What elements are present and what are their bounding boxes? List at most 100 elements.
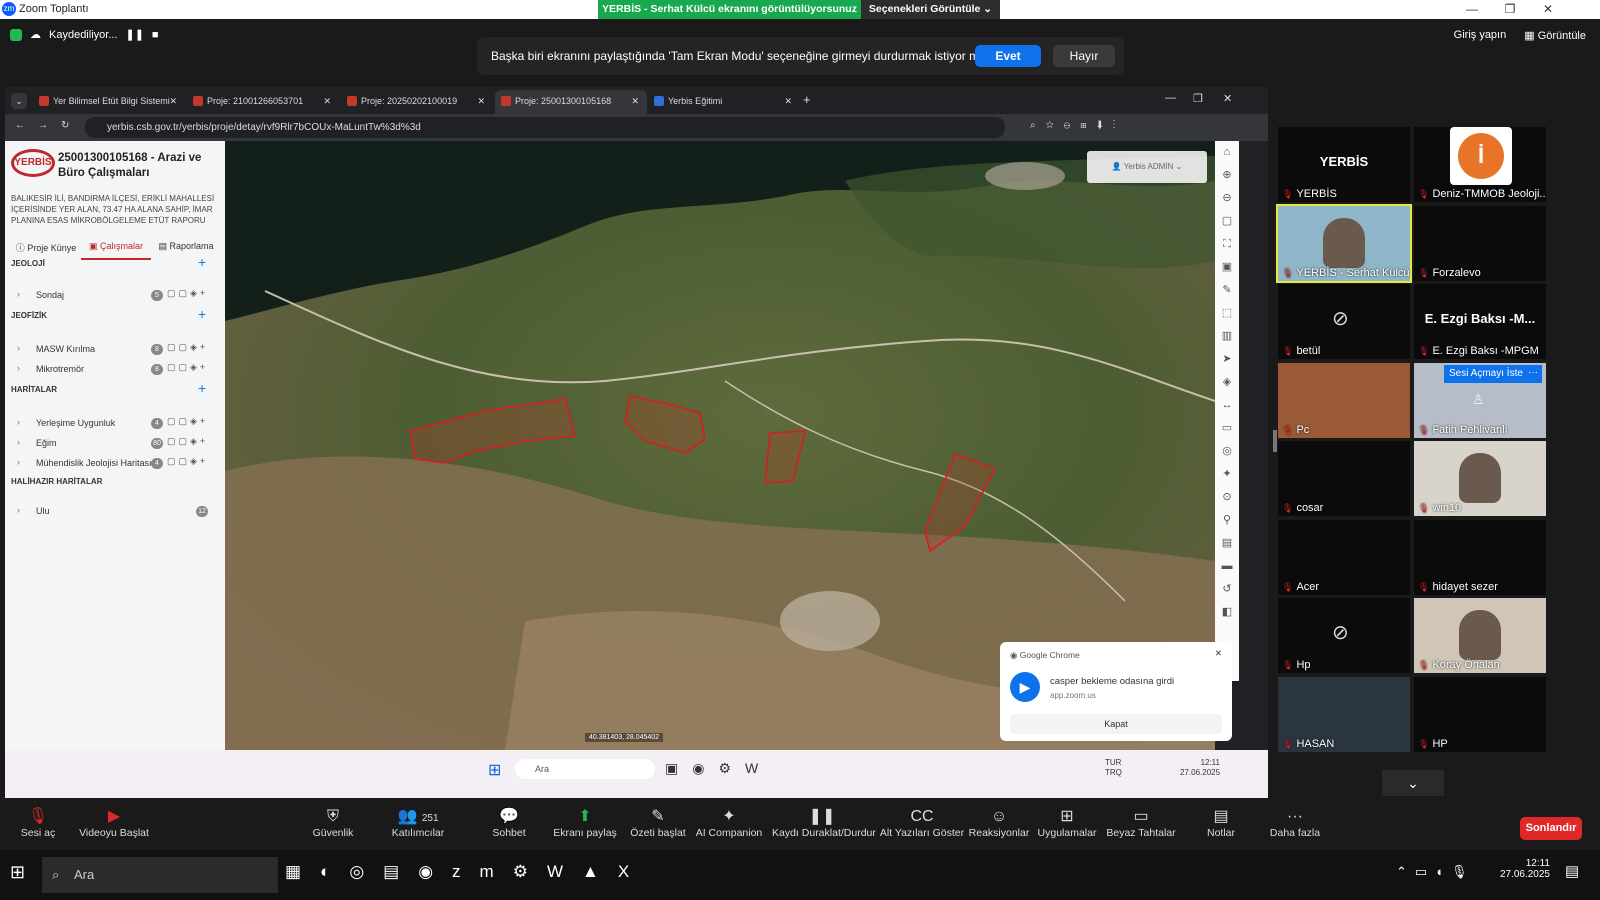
participant-tile[interactable]: E. Ezgi Baksı -M... E. Ezgi Baksı -MPGM — [1414, 284, 1546, 359]
tab-project-info[interactable]: ⓘ Proje Künye — [11, 235, 81, 260]
layer-action-icons[interactable]: ▢▢◈+ — [167, 362, 208, 373]
new-tab-icon[interactable]: + — [803, 92, 811, 107]
pin-icon[interactable]: ⚲ — [1215, 509, 1239, 532]
tab-search-icon[interactable]: ⌄ — [11, 93, 27, 109]
tray-icons[interactable]: ⌃▭◖🎙 — [1396, 864, 1476, 880]
chevron-right-icon[interactable]: › — [17, 289, 20, 299]
screen-icon[interactable]: ▭ — [1215, 417, 1239, 440]
layer-row[interactable]: › Ulu 12 — [11, 503, 218, 520]
participant-tile[interactable]: hidayet sezer — [1414, 519, 1546, 595]
scroll-down-icon[interactable]: ⌄ — [1382, 770, 1444, 796]
zoom-out-icon[interactable]: ⊖ — [1215, 187, 1239, 210]
participant-tile[interactable]: cosar — [1278, 441, 1410, 516]
browser-tab[interactable]: Yerbis Eğitimi ✕ — [648, 90, 800, 114]
participant-tile[interactable]: HASAN — [1278, 676, 1410, 752]
ruler-icon[interactable]: ▥ — [1215, 325, 1239, 348]
participant-tile[interactable]: YERBİS - Serhat Külcü — [1276, 203, 1412, 283]
tab-close-icon[interactable]: ✕ — [169, 90, 177, 112]
tab-close-icon[interactable]: ✕ — [784, 90, 792, 112]
tab-close-icon[interactable]: ✕ — [477, 90, 485, 112]
browser-tab[interactable]: Yer Bilimsel Etüt Bilgi Sistemi ✕ — [33, 90, 185, 114]
history-icon[interactable]: ↺ — [1215, 578, 1239, 601]
end-meeting-button[interactable]: Sonlandır — [1520, 817, 1582, 840]
participant-tile[interactable]: İ Deniz-TMMOB Jeoloji... — [1414, 127, 1546, 202]
participant-tile[interactable]: YERBİS YERBİS — [1278, 127, 1410, 202]
tab-works[interactable]: ▣ Çalışmalar — [81, 235, 151, 260]
draw-icon[interactable]: ✎ — [1215, 279, 1239, 302]
inner-search-input[interactable]: Ara — [515, 759, 655, 779]
maximize-icon[interactable]: ❐ — [1496, 2, 1524, 16]
tab-reporting[interactable]: ▤ Raporlama — [151, 235, 221, 260]
more-options-icon[interactable]: ··· — [1524, 364, 1542, 383]
image-icon[interactable]: ▣ — [1215, 256, 1239, 279]
layer-row[interactable]: › Mikrotremör 8 ▢▢◈+ — [11, 361, 218, 378]
windows-start-icon[interactable]: ⊞ — [10, 862, 25, 883]
scale-icon[interactable]: ▬ — [1215, 555, 1239, 578]
compass-icon[interactable]: ✦ — [1215, 463, 1239, 486]
browser-tab-active[interactable]: Proje: 25001300105168 ✕ — [495, 90, 647, 114]
add-icon[interactable]: + — [198, 380, 206, 396]
chevron-right-icon[interactable]: › — [17, 505, 20, 515]
locate-icon[interactable]: ⊙ — [1215, 486, 1239, 509]
participant-tile[interactable]: Forzalevo — [1414, 205, 1546, 281]
fullscreen-icon[interactable]: ⛶ — [1215, 233, 1239, 256]
layer-action-icons[interactable]: ▢▢◈+ — [167, 436, 208, 447]
chevron-right-icon[interactable]: › — [17, 417, 20, 427]
layer-row[interactable]: › MASW Kırılma 8 ▢▢◈+ — [11, 341, 218, 358]
participant-tile[interactable]: win10 — [1414, 441, 1546, 516]
layer-row[interactable]: › Eğim 80 ▢▢◈+ — [11, 435, 218, 452]
layer-row[interactable]: › Sondaj 5 ▢▢◈+ — [11, 287, 218, 304]
participant-tile[interactable]: ⊘ betül — [1278, 284, 1410, 359]
minimize-icon[interactable]: — — [1458, 2, 1486, 16]
browser-toolbar-icons[interactable]: ⌕☆⊖⊞⬇⋮ — [1030, 120, 1125, 131]
home-icon[interactable]: ⌂ — [1215, 141, 1239, 164]
ai-button[interactable]: ✦ AI Companion — [679, 807, 779, 839]
windows-start-icon[interactable]: ⊞ — [488, 760, 501, 780]
view-options-button[interactable]: Seçenekleri Görüntüle ⌄ — [861, 0, 1000, 19]
record-button[interactable]: ❚❚ Kaydı Duraklat/Durdur — [772, 807, 876, 839]
navigate-icon[interactable]: ➤ — [1215, 348, 1239, 371]
inner-taskbar-apps[interactable]: ▣◉⚙W — [665, 760, 772, 777]
panel-icon[interactable]: ◧ — [1215, 601, 1239, 624]
signin-button[interactable]: Giriş yapın — [1454, 29, 1507, 42]
layer-action-icons[interactable]: ▢▢◈+ — [167, 416, 208, 427]
participant-tile[interactable]: Acer — [1278, 519, 1410, 595]
participants-button[interactable]: 👥 251 Katılımcılar — [368, 807, 468, 839]
chevron-right-icon[interactable]: › — [17, 457, 20, 467]
unmute-request-button[interactable]: Sesi Açmayı İste — [1444, 364, 1528, 383]
folder-icon[interactable]: ▤ — [1215, 532, 1239, 555]
notification-close-icon[interactable]: ✕ — [1215, 648, 1222, 659]
forward-icon[interactable]: → — [38, 120, 48, 131]
view-button[interactable]: ▦ Görüntüle — [1524, 29, 1586, 42]
browser-minimize-icon[interactable]: — — [1165, 92, 1176, 104]
inner-language[interactable]: TUR TRQ — [1105, 758, 1122, 778]
reload-icon[interactable]: ↻ — [61, 120, 69, 131]
participant-tile[interactable]: Koray Önalan — [1414, 598, 1546, 673]
chevron-right-icon[interactable]: › — [17, 437, 20, 447]
zoom-in-icon[interactable]: ⊕ — [1215, 164, 1239, 187]
stop-icon[interactable]: ■ — [152, 29, 159, 41]
globe-icon[interactable]: ◎ — [1215, 440, 1239, 463]
more-button[interactable]: ··· Daha fazla — [1245, 807, 1345, 839]
participant-tile[interactable]: Sesi Açmayı İste··· ♙ Fatih Pehlivanlı — [1414, 362, 1546, 438]
layer-row[interactable]: › Mühendislik Jeolojisi Haritası 4 ▢▢◈+ — [11, 455, 218, 472]
close-icon[interactable]: ✕ — [1534, 2, 1562, 16]
browser-tab[interactable]: Proje: 21001266053701 ✕ — [187, 90, 339, 114]
url-input[interactable]: yerbis.csb.gov.tr/yerbis/proje/detay/rvf… — [85, 117, 1005, 138]
yes-button[interactable]: Evet — [975, 45, 1041, 67]
no-button[interactable]: Hayır — [1053, 45, 1115, 67]
layers-icon[interactable]: ◈ — [1215, 371, 1239, 394]
tab-close-icon[interactable]: ✕ — [323, 90, 331, 112]
windows-search-input[interactable]: ⌕ Ara — [42, 857, 278, 893]
extent-icon[interactable]: ▢ — [1215, 210, 1239, 233]
add-icon[interactable]: + — [198, 254, 206, 270]
video-button[interactable]: ▶ Videoyu Başlat — [64, 807, 164, 839]
browser-maximize-icon[interactable]: ❐ — [1193, 92, 1203, 105]
select-icon[interactable]: ⬚ — [1215, 302, 1239, 325]
close-notification-button[interactable]: Kapat — [1010, 714, 1222, 734]
layer-action-icons[interactable]: ▢▢◈+ — [167, 342, 208, 353]
participant-tile[interactable]: HP — [1414, 676, 1546, 752]
user-menu[interactable]: 👤 Yerbis ADMİN ⌄ — [1087, 151, 1207, 183]
browser-tab[interactable]: Proje: 20250202100019 ✕ — [341, 90, 493, 114]
splitter-handle[interactable] — [1273, 430, 1277, 452]
